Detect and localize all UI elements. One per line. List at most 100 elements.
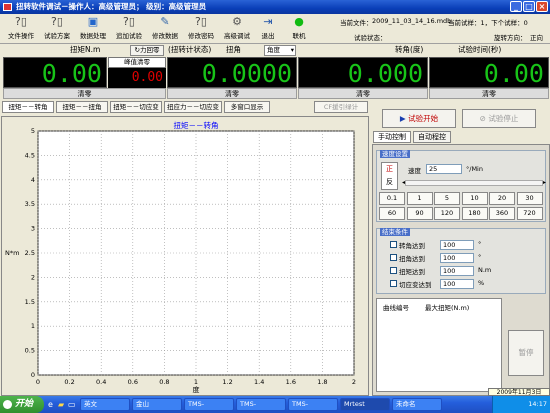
speed-preset-button[interactable]: 0.1 [379, 192, 405, 205]
end-condition-label: 切应变达到 [399, 281, 432, 289]
tab-stress-shear-strain[interactable]: 扭应力－－切应变 [164, 101, 222, 113]
y-tick-label: 3.5 [25, 200, 35, 208]
close-button[interactable]: × [536, 1, 548, 12]
end-condition-unit: N.m [478, 266, 492, 274]
current-file: 2009_11_03_14_16.mdb [372, 17, 452, 25]
slider-right-icon[interactable]: ▸ [543, 179, 546, 186]
speed-input[interactable]: 25 [426, 164, 462, 174]
tab-disabled: CF援引绿计 [314, 101, 368, 113]
taskbar-item[interactable]: Mrtest [340, 398, 390, 411]
time-zero-button[interactable]: 清零 [429, 88, 549, 99]
end-condition-checkbox[interactable] [390, 254, 397, 261]
change-password-button[interactable]: ?▯ 修改密码 [184, 16, 218, 42]
slider-left-icon[interactable]: ◂ [402, 179, 405, 186]
x-tick-label: 1.8 [317, 378, 327, 386]
tab-auto-program[interactable]: 自动程控 [413, 131, 451, 143]
speed-preset-button[interactable]: 180 [461, 206, 488, 220]
taskbar-item[interactable]: 英文 [80, 398, 130, 411]
speed-preset-button[interactable]: 60 [379, 206, 405, 220]
peak-display: 0.00 [108, 68, 166, 88]
taskbar-item[interactable]: 未命名 [392, 398, 442, 411]
taskbar-item[interactable]: TMS- [288, 398, 338, 411]
rotation-zero-button[interactable]: 清零 [298, 88, 428, 99]
angle-display: 0.0000 [167, 57, 297, 88]
speed-group-title: 速度设置 [380, 150, 410, 158]
speed-preset-button[interactable]: 120 [434, 206, 460, 220]
rotation-header: 转角(度) [395, 45, 424, 54]
taskbar-item[interactable]: 金山 [132, 398, 182, 411]
time-display: 0.00 [429, 57, 549, 88]
end-condition-input[interactable]: 100 [440, 279, 474, 289]
return-zero-button[interactable]: ↻力回零 [130, 45, 164, 56]
direction-forward[interactable]: 正 [382, 163, 397, 176]
window-title: 扭转软件调试－操作人：高级管理员； 级别：高级管理员 [16, 2, 207, 11]
exit-button[interactable]: ⇥ 退出 [256, 16, 280, 42]
speed-preset-button[interactable]: 20 [489, 192, 515, 205]
end-condition-checkbox[interactable] [390, 267, 397, 274]
chevron-down-icon: ▾ [290, 46, 294, 54]
speed-preset-button[interactable]: 720 [516, 206, 543, 220]
data-process-button[interactable]: ▣ 数据处理 [76, 16, 110, 42]
maximize-button[interactable]: □ [523, 1, 535, 12]
end-condition-unit: ° [478, 253, 482, 261]
end-condition-input[interactable]: 100 [440, 266, 474, 276]
speed-preset-button[interactable]: 10 [461, 192, 488, 205]
rotation-direction: 正向 [530, 34, 543, 42]
speed-preset-button[interactable]: 1 [406, 192, 433, 205]
end-condition-input[interactable]: 100 [440, 240, 474, 250]
edit-data-button[interactable]: ✎ 修改数据 [148, 16, 182, 42]
direction-reverse[interactable]: 反 [382, 176, 397, 189]
info-panel: 当前文件： 2009_11_03_14_16.mdb 当前试样：1，下个试样：0… [340, 14, 550, 44]
angle-unit-select[interactable]: 角度 ▾ [264, 45, 296, 56]
tab-multi-window[interactable]: 多窗口显示 [224, 101, 270, 113]
file-button[interactable]: ?▯ 文件操作 [4, 16, 38, 42]
speed-preset-button[interactable]: 30 [516, 192, 543, 205]
speed-unit: °/Min [466, 165, 483, 173]
x-axis-label: 度 [193, 385, 200, 394]
quicklaunch-folder-icon[interactable]: ▰ [58, 400, 64, 409]
online-button[interactable]: ● 联机 [288, 16, 310, 42]
x-tick-label: 1.4 [254, 378, 264, 386]
data-icon: ▣ [87, 15, 99, 28]
speed-preset-button[interactable]: 5 [434, 192, 460, 205]
start-test-button[interactable]: ▶ 试验开始 [382, 109, 456, 128]
test-plan-button[interactable]: ?▯ 试验方案 [40, 16, 74, 42]
end-condition-title: 结束条件 [380, 228, 410, 236]
torque-zero-button[interactable]: 清零 [3, 88, 166, 99]
taskbar-item[interactable]: TMS- [184, 398, 234, 411]
speed-slider[interactable]: ◂ ▸ [402, 179, 546, 186]
stop-test-button[interactable]: ⊘ 试验停止 [462, 109, 536, 128]
torque-display: 0.00 [3, 57, 107, 88]
stop-icon: ⊘ [479, 114, 486, 123]
taskbar-item[interactable]: TMS- [236, 398, 286, 411]
tab-torque-rotation[interactable]: 扭矩－－转角 [2, 101, 54, 113]
exit-icon: ⇥ [263, 15, 273, 28]
minimize-button[interactable]: _ [510, 1, 522, 12]
end-condition-unit: ° [478, 240, 482, 248]
chart-title: 扭矩－－转角 [174, 120, 219, 130]
speed-preset-button[interactable]: 90 [406, 206, 433, 220]
direction-toggle[interactable]: 正 反 [381, 162, 398, 190]
advanced-debug-button[interactable]: ⚙ 高级调试 [220, 16, 254, 42]
tab-manual-control[interactable]: 手动控制 [373, 131, 411, 143]
y-tick-label: 3 [31, 225, 35, 233]
end-condition-checkbox[interactable] [390, 241, 397, 248]
pause-button[interactable]: 暂停 [508, 330, 544, 376]
x-tick-label: 1.6 [286, 378, 296, 386]
x-tick-label: 0.4 [96, 378, 106, 386]
end-condition-input[interactable]: 100 [440, 253, 474, 263]
peak-clear-label: 峰值清零 [108, 57, 166, 68]
start-button[interactable]: 开始 [0, 396, 44, 413]
quicklaunch-ie-icon[interactable]: e [48, 400, 53, 409]
debug-icon: ⚙ [232, 15, 242, 28]
tab-torque-shear-strain[interactable]: 扭矩－－切应变 [110, 101, 162, 113]
tab-torque-twist[interactable]: 扭矩－－扭角 [56, 101, 108, 113]
angle-zero-button[interactable]: 清零 [167, 88, 297, 99]
end-condition-checkbox[interactable] [390, 280, 397, 287]
x-tick-label: 0.2 [64, 378, 74, 386]
add-test-button[interactable]: ?▯ 追加试验 [112, 16, 146, 42]
curve-list[interactable]: 曲线编号 最大扭矩(N.m) [376, 298, 502, 392]
rotation-display: 0.000 [298, 57, 428, 88]
quicklaunch-desktop-icon[interactable]: ▭ [68, 400, 76, 409]
speed-preset-button[interactable]: 360 [489, 206, 515, 220]
